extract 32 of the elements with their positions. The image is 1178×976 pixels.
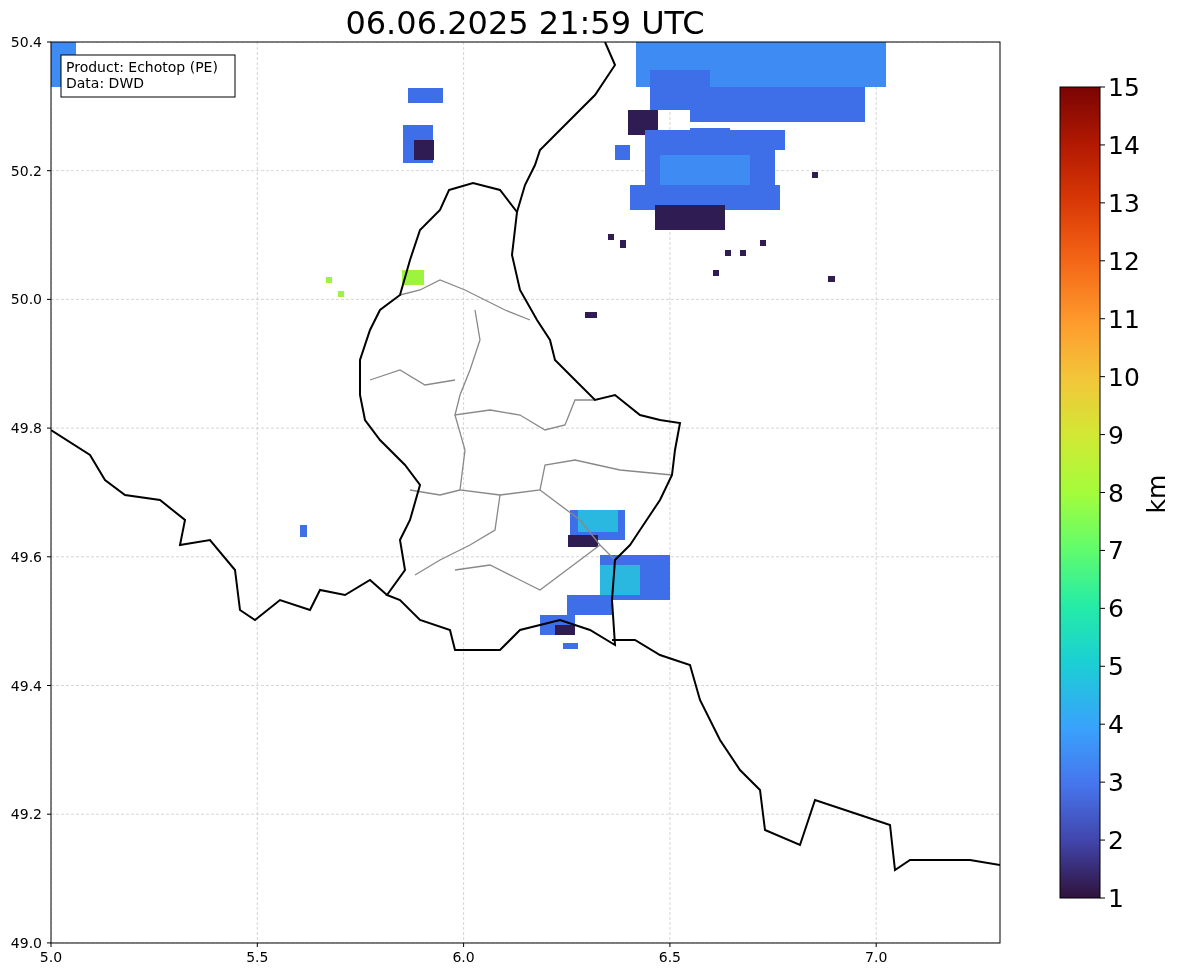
colorbar-label: 2 [1108, 826, 1124, 856]
x-axis-label: 5.5 [246, 949, 269, 965]
colorbar-label: 3 [1108, 768, 1124, 798]
colorbar-label: 15 [1108, 73, 1140, 102]
colorbar-label: 13 [1108, 188, 1140, 218]
y-axis-label: 49.0 [10, 934, 42, 951]
colorbar-label: 6 [1108, 594, 1124, 624]
y-axis-label: 49.2 [10, 806, 42, 823]
colorbar-label: 10 [1108, 362, 1140, 392]
y-axis-label: 49.4 [10, 677, 42, 694]
y-axis-label: 49.6 [10, 548, 42, 565]
y-axis-label: 49.8 [10, 420, 42, 437]
x-axis-label: 5.0 [39, 949, 63, 965]
colorbar-label: 12 [1108, 246, 1140, 276]
colorbar-label: 9 [1108, 420, 1124, 450]
colorbar-label: 14 [1108, 130, 1140, 160]
colorbar-label: 1 [1108, 884, 1124, 913]
x-axis-label: 6.0 [452, 949, 475, 965]
x-axis-label: 7.0 [865, 949, 888, 965]
y-axis-label: 50.4 [10, 34, 42, 50]
colorbar-label: 4 [1108, 710, 1124, 740]
x-axis-label: 6.5 [658, 949, 682, 965]
colorbar-label: 11 [1108, 304, 1140, 334]
colorbar-unit: km [1142, 474, 1171, 514]
data-source-label: Data: DWD [66, 75, 144, 91]
y-axis-label: 50.0 [10, 291, 42, 308]
product-label: Product: Echotop (PE) [66, 59, 218, 75]
colorbar-label: 8 [1108, 478, 1124, 508]
y-axis-label: 50.2 [10, 162, 42, 179]
chart-title: 06.06.2025 21:59 UTC [345, 4, 705, 42]
colorbar-label: 7 [1108, 536, 1124, 566]
colorbar-label: 5 [1108, 652, 1124, 682]
